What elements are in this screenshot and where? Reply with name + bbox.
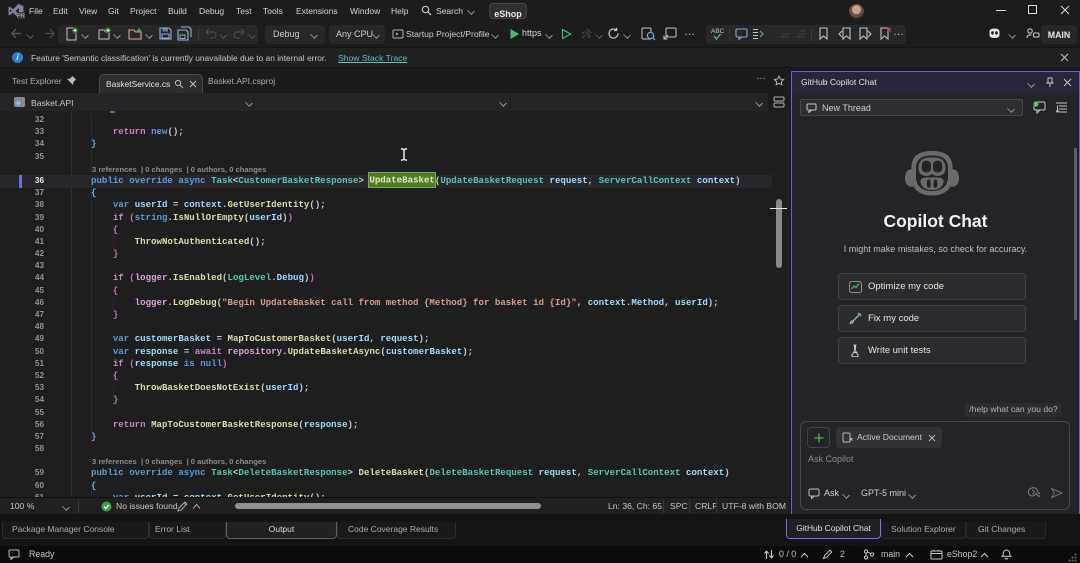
svg-text:0: 0 — [1034, 102, 1037, 108]
svg-text:PR: PR — [17, 14, 25, 20]
svg-text:ABC: ABC — [711, 28, 725, 35]
